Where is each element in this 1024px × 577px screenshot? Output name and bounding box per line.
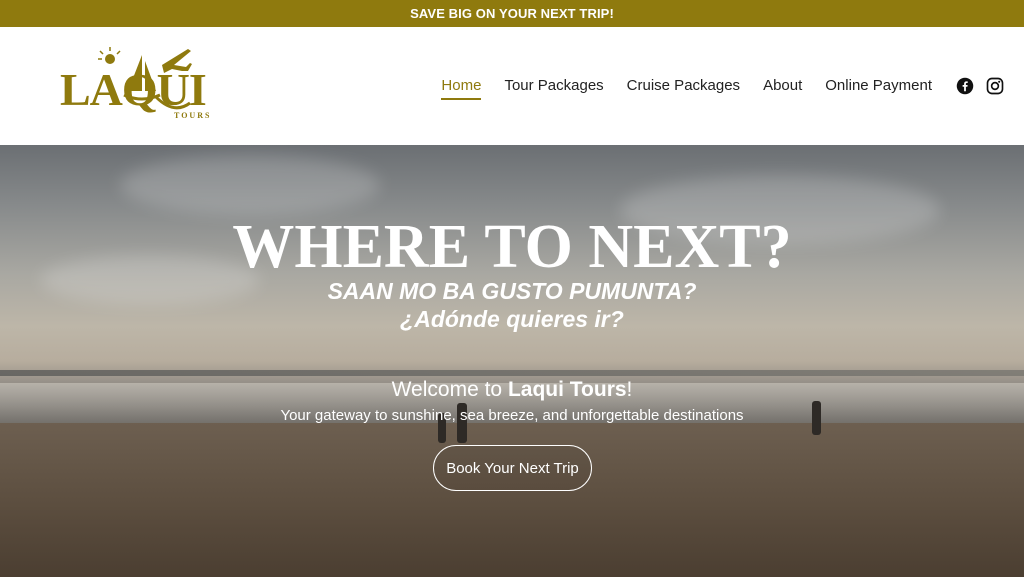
hero-cloud xyxy=(120,155,380,215)
instagram-icon[interactable] xyxy=(986,77,1004,95)
logo[interactable]: LAQUI TOURS xyxy=(60,45,220,125)
welcome-heading: Welcome to Laqui Tours! xyxy=(0,378,1024,402)
nav-item-about[interactable]: About xyxy=(763,77,802,96)
hero-subtitle-spanish: ¿Adónde quieres ir? xyxy=(400,306,624,332)
promo-banner: SAVE BIG ON YOUR NEXT TRIP! xyxy=(0,0,1024,27)
nav-item-cruise-packages[interactable]: Cruise Packages xyxy=(627,77,740,96)
hero-subtitle-tagalog: SAAN MO BA GUSTO PUMUNTA? xyxy=(327,278,697,304)
nav-item-tour-packages[interactable]: Tour Packages xyxy=(504,77,603,96)
welcome-brand: Laqui Tours xyxy=(507,378,627,401)
site-header: LAQUI TOURS Home Tour Packages Cruise Pa… xyxy=(0,27,1024,145)
nav-item-home[interactable]: Home xyxy=(441,77,482,100)
promo-text: SAVE BIG ON YOUR NEXT TRIP! xyxy=(410,6,614,21)
logo-subtitle: TOURS xyxy=(174,111,212,120)
nav-item-online-payment[interactable]: Online Payment xyxy=(825,77,932,96)
hero-horizon xyxy=(0,370,1024,376)
logo-wordmark: LAQUI xyxy=(60,64,207,115)
hero-section: WHERE TO NEXT? SAAN MO BA GUSTO PUMUNTA?… xyxy=(0,145,1024,577)
facebook-icon[interactable] xyxy=(956,77,974,95)
book-trip-button[interactable]: Book Your Next Trip xyxy=(433,445,592,491)
welcome-prefix: Welcome to xyxy=(391,378,508,401)
social-links xyxy=(956,27,1004,145)
main-nav: Home Tour Packages Cruise Packages About… xyxy=(441,27,932,145)
welcome-suffix: ! xyxy=(626,378,633,401)
hero-tagline: Your gateway to sunshine, sea breeze, an… xyxy=(280,407,744,424)
hero-title: WHERE TO NEXT? xyxy=(232,213,792,281)
